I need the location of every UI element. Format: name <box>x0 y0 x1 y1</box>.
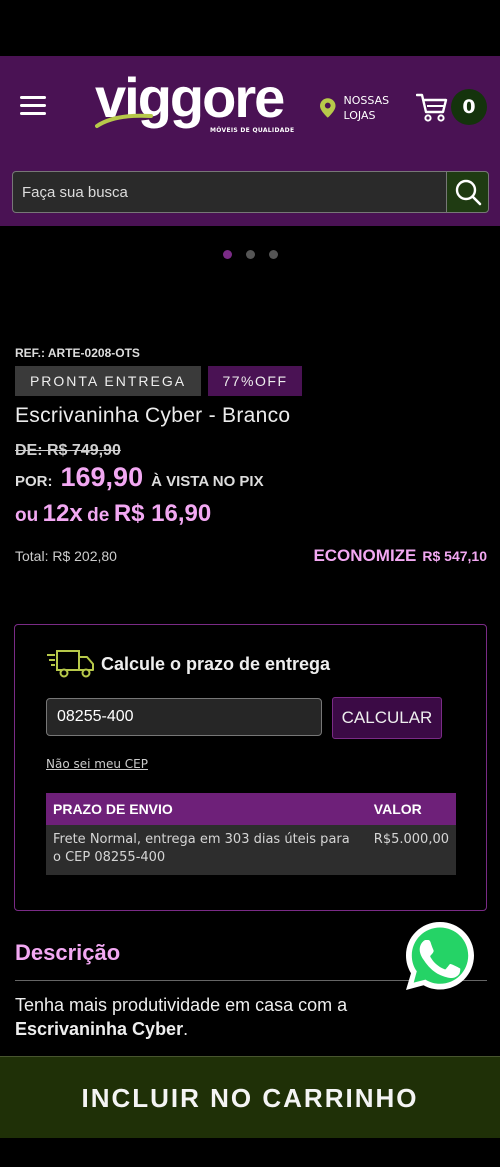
whatsapp-icon[interactable] <box>402 918 478 994</box>
installment-ou: ou <box>15 505 39 526</box>
shipping-prazo-cell: Frete Normal, entrega em 303 dias úteis … <box>46 825 367 875</box>
description-text: Tenha mais produtividade em casa com a E… <box>15 993 415 1041</box>
price-prefix: POR: <box>15 473 53 490</box>
savings: ECONOMIZE R$ 547,10 <box>313 546 487 566</box>
installment-count: 12x <box>42 500 83 527</box>
header-prazo: PRAZO DE ENVIO <box>46 793 367 825</box>
status-bar <box>0 0 500 56</box>
description-text-prefix: Tenha mais produtividade em casa com a <box>15 995 348 1015</box>
logo-swoosh <box>95 113 153 128</box>
add-to-cart-button[interactable]: INCLUIR NO CARRINHO <box>0 1056 500 1138</box>
carousel-dot[interactable] <box>268 250 278 259</box>
product-ref: REF.: ARTE-0208-OTS <box>15 346 140 360</box>
search-icon <box>455 179 481 206</box>
search-button[interactable] <box>446 171 489 213</box>
carousel-dot[interactable] <box>245 250 255 259</box>
table-row: Frete Normal, entrega em 303 dias úteis … <box>46 825 456 875</box>
cart-count-badge[interactable]: 0 <box>451 89 487 125</box>
logo[interactable]: viggore MÓVEIS DE QUALIDADE <box>95 70 295 140</box>
location-pin-icon <box>320 98 336 118</box>
installment-value: R$ 16,90 <box>113 500 212 527</box>
cart-icon[interactable] <box>416 92 448 122</box>
menu-icon[interactable] <box>20 96 46 118</box>
product-title: Escrivaninha Cyber - Branco <box>15 404 291 427</box>
shipping-table: PRAZO DE ENVIO VALOR Frete Normal, entre… <box>46 793 456 875</box>
installment-info: ou 12x de R$ 16,90 <box>15 500 211 528</box>
logo-subtitle: MÓVEIS DE QUALIDADE <box>210 127 295 134</box>
header-valor: VALOR <box>366 793 456 825</box>
shipping-title: Calcule o prazo de entrega <box>101 653 331 674</box>
description-text-suffix: . <box>183 1019 189 1039</box>
savings-value: R$ 547,10 <box>422 548 487 564</box>
description-heading: Descrição <box>15 940 121 965</box>
discount-tag: 77%OFF <box>208 366 302 396</box>
shipping-valor-cell: R$5.000,00 <box>366 825 456 875</box>
pix-price: 169,90 <box>60 462 144 492</box>
shipping-title-row: Calcule o prazo de entrega <box>47 649 330 679</box>
savings-label: ECONOMIZE <box>313 546 417 565</box>
description-text-bold: Escrivaninha Cyber <box>15 1019 184 1039</box>
carousel-dots <box>0 250 500 259</box>
old-price: DE: R$ 749,90 <box>15 442 121 459</box>
price-suffix: À VISTA NO PIX <box>151 473 264 490</box>
stores-link[interactable]: NOSSAS LOJAS <box>320 92 392 124</box>
system-nav-bar <box>0 1138 500 1167</box>
truck-icon <box>47 650 94 678</box>
no-cep-link[interactable]: Não sei meu CEP <box>46 757 148 771</box>
search-bar <box>0 160 500 226</box>
calculate-button[interactable]: CALCULAR <box>332 697 442 739</box>
ready-stock-tag: PRONTA ENTREGA <box>15 366 201 396</box>
cep-input[interactable] <box>46 698 322 736</box>
site-header: viggore MÓVEIS DE QUALIDADE NOSSAS LOJAS… <box>0 56 500 160</box>
stores-label: NOSSAS LOJAS <box>343 94 390 122</box>
shipping-calculator: Calcule o prazo de entrega CALCULAR Não … <box>14 624 487 911</box>
price-row: POR: 169,90 À VISTA NO PIX <box>15 462 264 496</box>
carousel-dot[interactable] <box>222 250 232 259</box>
installment-de: de <box>87 505 110 526</box>
search-input[interactable] <box>12 171 447 213</box>
total-price: Total: R$ 202,80 <box>15 548 117 564</box>
